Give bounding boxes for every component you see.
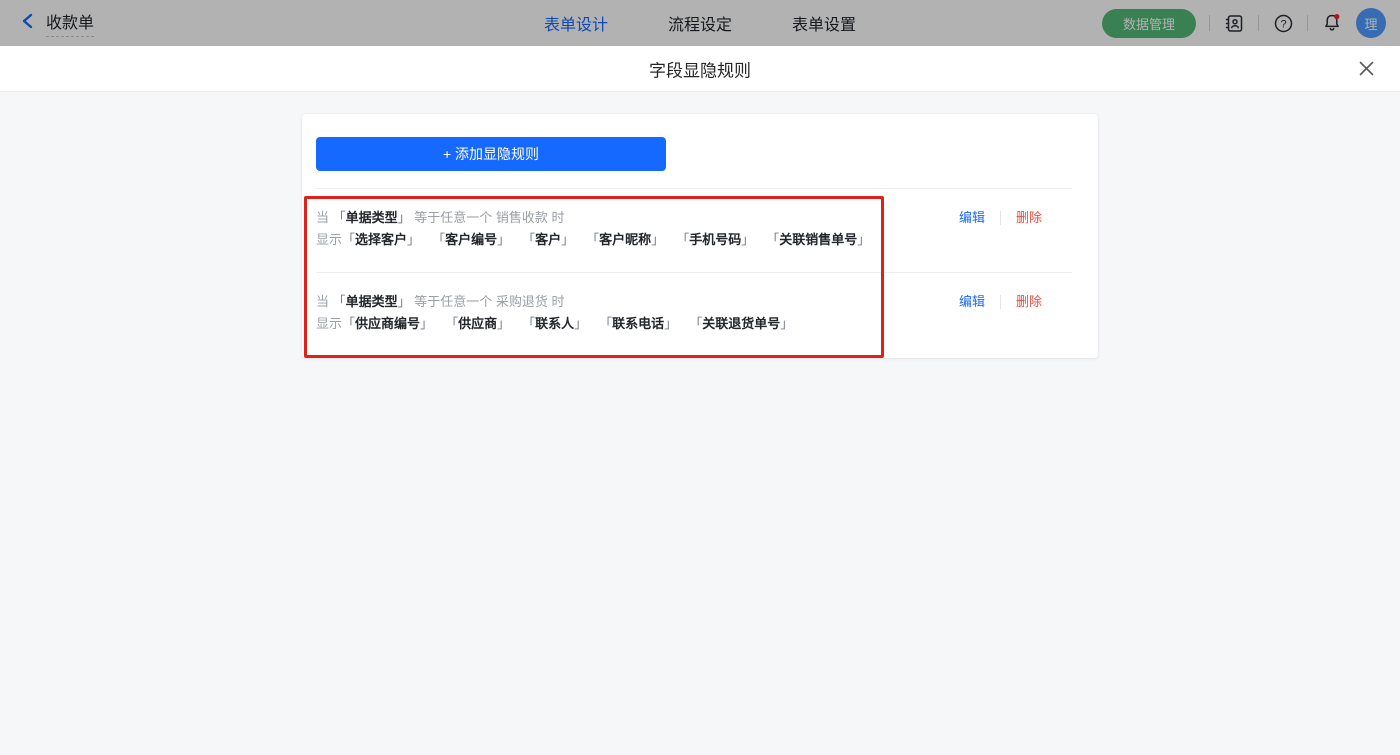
data-manage-button[interactable]: 数据管理 bbox=[1102, 9, 1196, 38]
back-chevron-icon bbox=[20, 12, 36, 35]
notification-bell-icon[interactable] bbox=[1321, 12, 1343, 34]
rule-condition: 当 「单据类型」 等于任意一个 销售收款 时 bbox=[316, 207, 870, 229]
rules-card: + 添加显隐规则 当 「单据类型」 等于任意一个 销售收款 时 显示「选择客户」… bbox=[302, 114, 1098, 358]
back-button[interactable] bbox=[20, 12, 36, 35]
topbar: 收款单 表单设计 流程设定 表单设置 数据管理 ? bbox=[0, 0, 1400, 46]
rule-text: 当 「单据类型」 等于任意一个 采购退货 时 显示「供应商编号」「供应商」「联系… bbox=[316, 291, 793, 335]
delete-rule-link[interactable]: 删除 bbox=[1016, 291, 1042, 313]
help-icon[interactable]: ? bbox=[1272, 12, 1294, 34]
rule-show-fields: 显示「选择客户」「客户编号」「客户」「客户昵称」「手机号码」「关联销售单号」 bbox=[316, 229, 870, 251]
rule-show-fields: 显示「供应商编号」「供应商」「联系人」「联系电话」「关联退货单号」 bbox=[316, 313, 793, 335]
tab-form-design[interactable]: 表单设计 bbox=[544, 11, 608, 35]
avatar[interactable]: 理 bbox=[1356, 8, 1386, 38]
edit-rule-link[interactable]: 编辑 bbox=[959, 291, 985, 313]
close-icon[interactable] bbox=[1356, 59, 1376, 79]
form-title[interactable]: 收款单 bbox=[46, 9, 94, 37]
action-separator bbox=[1000, 295, 1001, 309]
rule-condition: 当 「单据类型」 等于任意一个 采购退货 时 bbox=[316, 291, 793, 313]
edit-rule-link[interactable]: 编辑 bbox=[959, 207, 985, 229]
rule-row: 当 「单据类型」 等于任意一个 销售收款 时 显示「选择客户」「客户编号」「客户… bbox=[316, 188, 1072, 272]
tab-form-settings[interactable]: 表单设置 bbox=[792, 11, 856, 35]
address-book-icon[interactable] bbox=[1223, 12, 1245, 34]
topbar-separator bbox=[1307, 15, 1308, 31]
rule-row: 当 「单据类型」 等于任意一个 采购退货 时 显示「供应商编号」「供应商」「联系… bbox=[316, 272, 1072, 356]
delete-rule-link[interactable]: 删除 bbox=[1016, 207, 1042, 229]
rule-actions: 编辑 删除 bbox=[959, 291, 1072, 313]
rule-text: 当 「单据类型」 等于任意一个 销售收款 时 显示「选择客户」「客户编号」「客户… bbox=[316, 207, 870, 251]
topbar-separator bbox=[1209, 15, 1210, 31]
svg-text:?: ? bbox=[1280, 18, 1286, 30]
tab-flow-settings[interactable]: 流程设定 bbox=[668, 11, 732, 35]
panel-header: 字段显隐规则 bbox=[0, 46, 1400, 92]
topbar-separator bbox=[1258, 15, 1259, 31]
rules-list: 当 「单据类型」 等于任意一个 销售收款 时 显示「选择客户」「客户编号」「客户… bbox=[316, 188, 1072, 356]
notification-dot bbox=[1334, 14, 1339, 19]
rule-actions: 编辑 删除 bbox=[959, 207, 1072, 229]
panel-title: 字段显隐规则 bbox=[649, 56, 751, 81]
action-separator bbox=[1000, 211, 1001, 225]
add-rule-button[interactable]: + 添加显隐规则 bbox=[316, 137, 666, 171]
